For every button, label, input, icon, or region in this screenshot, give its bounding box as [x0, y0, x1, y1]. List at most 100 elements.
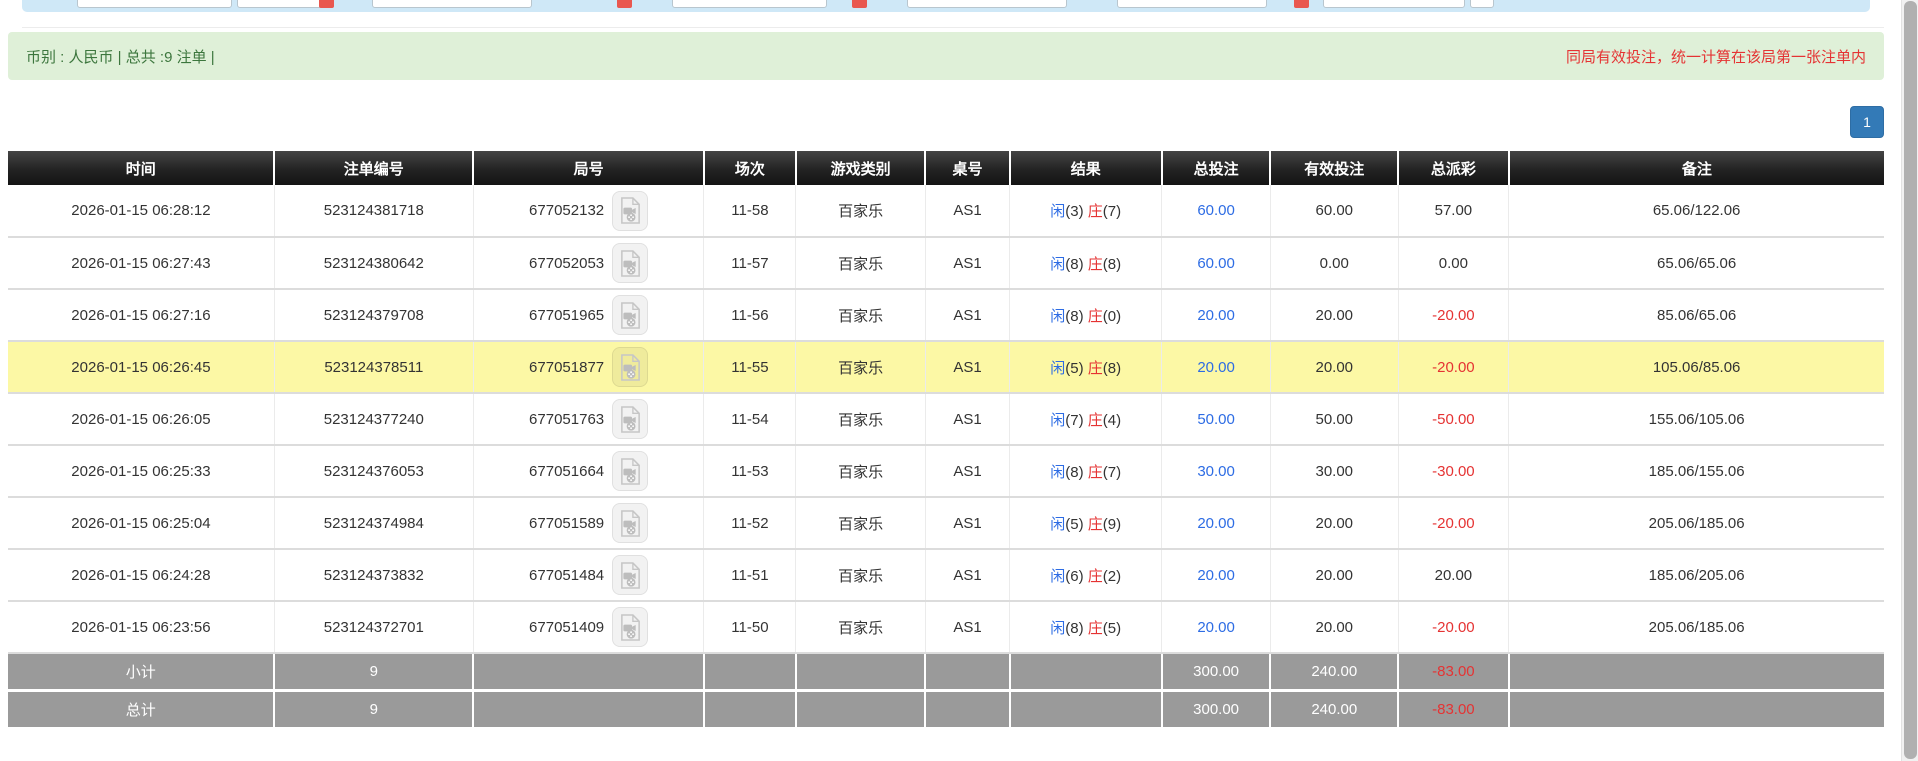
- filter-input[interactable]: [77, 0, 232, 8]
- filter-card-edge: [22, 12, 1884, 28]
- total-bet-value: 60.00: [1197, 202, 1235, 219]
- footer-cell: 300.00: [1160, 653, 1271, 690]
- round-number: 677051589: [529, 514, 605, 532]
- video-replay-button[interactable]: [612, 243, 649, 283]
- column-header: 时间: [8, 151, 275, 185]
- total-bet-cell: 20.00: [1161, 341, 1271, 394]
- payout-value: -20.00: [1432, 514, 1475, 532]
- payout-value: -20.00: [1432, 358, 1475, 376]
- player-label: 闲: [1050, 203, 1066, 220]
- time-cell: 2026-01-15 06:28:12: [8, 185, 275, 238]
- footer-cell: [794, 653, 926, 690]
- banker-label: 庄: [1087, 515, 1103, 533]
- remark-cell: 185.06/155.06: [1508, 445, 1884, 498]
- banker-score: (5): [1102, 619, 1122, 637]
- session-cell: 11-57: [703, 237, 796, 290]
- column-header: 总投注: [1160, 151, 1271, 185]
- session-cell: 11-54: [703, 393, 796, 446]
- vertical-scrollbar[interactable]: [1901, 0, 1918, 761]
- video-replay-button[interactable]: [612, 555, 649, 595]
- filter-small-box[interactable]: [1470, 0, 1494, 8]
- column-header: 备注: [1507, 151, 1884, 185]
- round-cell: 677051763: [472, 393, 704, 446]
- filter-input[interactable]: [672, 0, 827, 8]
- remark-cell: 155.06/105.06: [1508, 393, 1884, 446]
- footer-cell: 240.00: [1269, 688, 1399, 727]
- filter-input[interactable]: [907, 0, 1067, 8]
- payout-cell: -20.00: [1397, 289, 1509, 342]
- result-cell: 闲(7) 庄(4): [1009, 393, 1162, 446]
- round-number: 677051664: [529, 462, 605, 480]
- time-cell: 2026-01-15 06:25:04: [8, 497, 275, 550]
- video-replay-icon: [620, 509, 640, 537]
- filter-input[interactable]: [1117, 0, 1267, 8]
- table-no-cell: AS1: [924, 549, 1010, 602]
- bet-row: 2026-01-15 06:24:28 523124373832 677051484…: [8, 549, 1884, 602]
- filter-input[interactable]: [237, 0, 329, 8]
- valid-bet-cell: 20.00: [1269, 549, 1399, 602]
- footer-cell: [1507, 688, 1884, 727]
- total-bet-cell: 60.00: [1161, 185, 1271, 238]
- video-replay-icon: [620, 249, 640, 277]
- video-replay-button[interactable]: [612, 295, 649, 335]
- video-replay-button[interactable]: [612, 503, 649, 543]
- game-type-cell: 百家乐: [795, 497, 926, 550]
- video-replay-icon: [620, 301, 640, 329]
- scrollbar-thumb[interactable]: [1904, 1, 1917, 759]
- column-header: 局号: [472, 151, 704, 185]
- video-replay-button[interactable]: [612, 190, 649, 231]
- video-replay-button[interactable]: [612, 347, 649, 387]
- footer-cell: 9: [273, 688, 474, 727]
- bet-row: 2026-01-15 06:25:33 523124376053 677051664…: [8, 445, 1884, 498]
- player-label: 闲: [1050, 255, 1066, 273]
- round-cell: 677051965: [472, 289, 704, 342]
- filter-input[interactable]: [1323, 0, 1465, 8]
- banker-label: 庄: [1087, 255, 1103, 273]
- page-1-button[interactable]: 1: [1850, 106, 1884, 138]
- footer-cell: 总计: [8, 688, 275, 727]
- round-number: 677051965: [529, 306, 605, 324]
- bet-id-cell: 523124373832: [273, 549, 474, 602]
- banker-label: 庄: [1087, 463, 1103, 481]
- payout-value: 20.00: [1434, 566, 1473, 584]
- video-replay-icon: [620, 561, 640, 589]
- total-bet-value: 20.00: [1197, 566, 1235, 584]
- valid-bet-cell: 20.00: [1269, 497, 1399, 550]
- video-replay-button[interactable]: [612, 399, 649, 439]
- remark-cell: 65.06/122.06: [1508, 185, 1884, 238]
- payout-cell: -50.00: [1397, 393, 1509, 446]
- game-type-cell: 百家乐: [795, 341, 926, 394]
- table-no-cell: AS1: [924, 237, 1010, 290]
- total-bet-value: 20.00: [1197, 358, 1235, 376]
- session-cell: 11-58: [703, 185, 796, 238]
- banker-label: 庄: [1087, 411, 1103, 429]
- video-replay-icon: [620, 197, 640, 224]
- round-cell: 677051664: [472, 445, 704, 498]
- calendar-button[interactable]: [617, 0, 632, 8]
- session-cell: 11-50: [703, 601, 796, 654]
- column-header: 游戏类别: [794, 151, 926, 185]
- video-replay-button[interactable]: [612, 451, 649, 491]
- payout-cell: -20.00: [1397, 497, 1509, 550]
- session-cell: 11-55: [703, 341, 796, 394]
- footer-cell: [1008, 688, 1162, 727]
- remark-cell: 205.06/185.06: [1508, 497, 1884, 550]
- video-replay-icon: [620, 405, 640, 433]
- calendar-button[interactable]: [852, 0, 867, 8]
- round-number: 677052053: [529, 254, 605, 272]
- banker-score: (7): [1102, 463, 1122, 481]
- footer-cell: 9: [273, 653, 474, 690]
- video-replay-button[interactable]: [612, 607, 649, 647]
- banker-score: (2): [1102, 567, 1122, 585]
- round-number: 677052132: [529, 202, 605, 219]
- time-cell: 2026-01-15 06:26:45: [8, 341, 275, 394]
- banker-score: (0): [1102, 307, 1122, 325]
- player-score: (7): [1065, 411, 1088, 429]
- game-type-cell: 百家乐: [795, 549, 926, 602]
- filter-input[interactable]: [372, 0, 532, 8]
- calendar-button[interactable]: [1294, 0, 1309, 8]
- player-score: (5): [1065, 515, 1088, 533]
- total-bet-cell: 60.00: [1161, 237, 1271, 290]
- calendar-button[interactable]: [319, 0, 334, 8]
- result-cell: 闲(3) 庄(7): [1009, 185, 1162, 238]
